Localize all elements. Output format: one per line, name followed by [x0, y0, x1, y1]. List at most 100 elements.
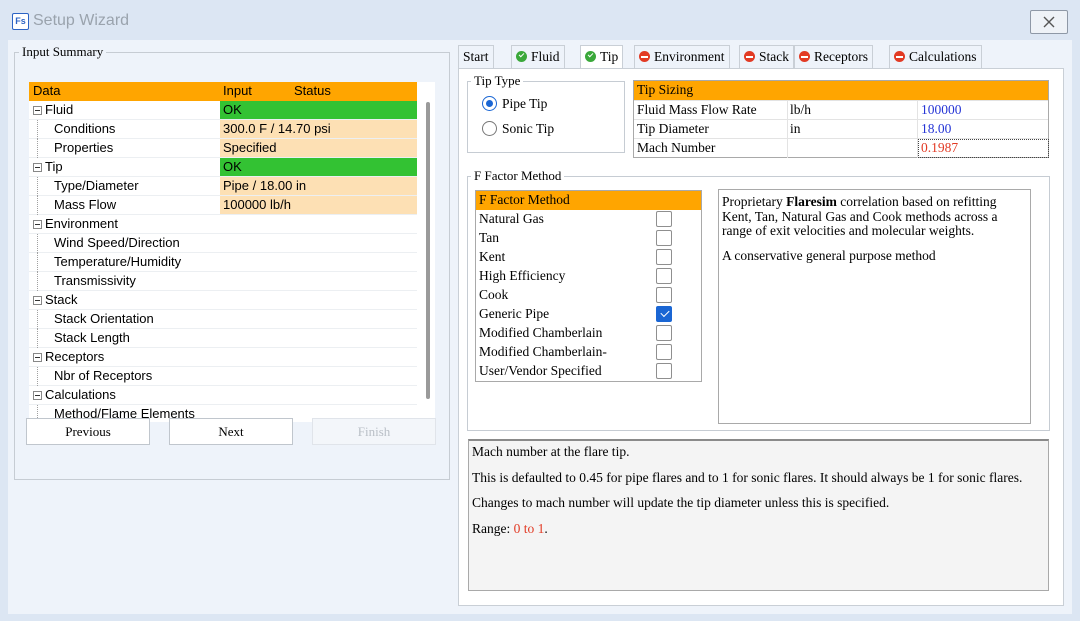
tree-label-text: Mass Flow [54, 197, 117, 212]
input-summary-tree[interactable]: Data Input Status Fluid OK Conditions 300.0… [29, 82, 425, 422]
f-factor-item-high-efficiency[interactable]: High Efficiency [476, 267, 701, 286]
tree-row-properties[interactable]: Properties Specified [29, 139, 425, 158]
close-button[interactable] [1030, 10, 1068, 34]
tree-label: Receptors [33, 348, 104, 366]
tree-input-value: 300.0 F / 14.70 psi [220, 120, 424, 138]
collapse-icon[interactable] [33, 353, 42, 362]
radio-pipe-tip[interactable]: Pipe Tip [482, 95, 547, 113]
sizing-value-input[interactable]: 0.1987 [921, 139, 958, 157]
app-icon: Fs [12, 13, 29, 30]
collapse-icon[interactable] [33, 106, 42, 115]
wizard-body: Input Summary Data Input Status Fluid OK C… [8, 40, 1072, 614]
cell-divider [787, 139, 788, 158]
tip-type-title: Tip Type [471, 73, 524, 89]
collapse-icon[interactable] [33, 391, 42, 400]
tree-label-text: Stack Orientation [54, 311, 154, 326]
f-factor-label: Modified Chamberlain [479, 325, 603, 340]
tree-row-tip[interactable]: Tip OK [29, 158, 425, 177]
sizing-label: Tip Diameter [637, 121, 709, 136]
sizing-value-input[interactable]: 18.00 [921, 120, 951, 138]
help-box: Mach number at the flare tip. This is de… [468, 439, 1049, 591]
checkbox[interactable] [656, 230, 672, 246]
check-circle-icon [516, 51, 527, 62]
tab-start[interactable]: Start [458, 45, 494, 68]
checkbox[interactable] [656, 306, 672, 322]
checkbox[interactable] [656, 325, 672, 341]
tree-row-stack[interactable]: Stack [29, 291, 425, 310]
tree-header: Data Input Status [29, 82, 425, 101]
checkbox[interactable] [656, 211, 672, 227]
collapse-icon[interactable] [33, 163, 42, 172]
tree-row-receptors[interactable]: Receptors [29, 348, 425, 367]
checkbox[interactable] [656, 287, 672, 303]
scroll-thumb[interactable] [426, 102, 430, 399]
tip-sizing-header: Tip Sizing [634, 81, 1048, 100]
checkbox[interactable] [656, 344, 672, 360]
range-value: 0 to 1 [513, 520, 545, 536]
tree-row-type-diameter[interactable]: Type/Diameter Pipe / 18.00 in [29, 177, 425, 196]
tree-label: Wind Speed/Direction [33, 234, 180, 252]
tree-input-value [220, 310, 424, 328]
tab-environment[interactable]: Environment [634, 45, 730, 68]
sizing-row-tip-diameter: Tip Diameter in 18.00 [634, 119, 1048, 139]
tree-row-fluid[interactable]: Fluid OK [29, 101, 425, 120]
close-icon [1043, 16, 1055, 28]
tree-row-calculations[interactable]: Calculations [29, 386, 425, 405]
sizing-value-input[interactable]: 100000 [921, 101, 962, 119]
tab-calculations[interactable]: Calculations [889, 45, 982, 68]
previous-button[interactable]: Previous [26, 418, 150, 445]
tree-row-stack-length[interactable]: Stack Length [29, 329, 425, 348]
checkbox[interactable] [656, 249, 672, 265]
tree-row-transmissivity[interactable]: Transmissivity [29, 272, 425, 291]
radio-button-icon[interactable] [482, 121, 497, 136]
finish-button[interactable]: Finish [312, 418, 436, 445]
input-summary-title: Input Summary [19, 44, 107, 60]
f-factor-item-natural-gas[interactable]: Natural Gas [476, 210, 701, 229]
f-factor-item-user-vendor-specified[interactable]: User/Vendor Specified [476, 362, 701, 381]
tree-input-value [220, 386, 424, 404]
tab-label: Stack [759, 49, 789, 64]
f-factor-item-kent[interactable]: Kent [476, 248, 701, 267]
tree-scrollbar[interactable] [417, 82, 435, 422]
next-button[interactable]: Next [169, 418, 293, 445]
tab-receptors[interactable]: Receptors [794, 45, 873, 68]
tip-type-group: Tip Type Pipe Tip Sonic Tip [467, 73, 625, 153]
tree-row-conditions[interactable]: Conditions 300.0 F / 14.70 psi [29, 120, 425, 139]
tree-row-environment[interactable]: Environment [29, 215, 425, 234]
help-line-1: Mach number at the flare tip. [472, 444, 630, 459]
checkbox[interactable] [656, 363, 672, 379]
radio-button-icon[interactable] [482, 96, 497, 111]
f-factor-list-header: F Factor Method [476, 191, 701, 210]
tree-label-text: Wind Speed/Direction [54, 235, 180, 250]
help-range: Range: 0 to 1. [472, 520, 1045, 537]
tree-label: Fluid [33, 101, 73, 119]
tab-tip[interactable]: Tip [580, 45, 624, 69]
error-circle-icon [639, 51, 650, 62]
tree-label-text: Stack [45, 292, 78, 307]
tab-fluid[interactable]: Fluid [511, 45, 565, 68]
f-factor-item-modified-chamberlain-[interactable]: Modified Chamberlain- [476, 343, 701, 362]
checkbox[interactable] [656, 268, 672, 284]
desc-second: A conservative general purpose method [722, 247, 936, 263]
tree-input-value [220, 253, 424, 271]
f-factor-item-modified-chamberlain[interactable]: Modified Chamberlain [476, 324, 701, 343]
f-factor-item-generic-pipe[interactable]: Generic Pipe [476, 305, 701, 324]
tree-input-value [220, 215, 424, 233]
tree-row-stack-orientation[interactable]: Stack Orientation [29, 310, 425, 329]
tree-input-value: OK [220, 101, 424, 119]
tree-row-wind-speed-direction[interactable]: Wind Speed/Direction [29, 234, 425, 253]
f-factor-description: Proprietary Flaresim correlation based o… [718, 189, 1031, 424]
f-factor-item-tan[interactable]: Tan [476, 229, 701, 248]
tab-stack[interactable]: Stack [739, 45, 794, 68]
radio-sonic-tip[interactable]: Sonic Tip [482, 120, 554, 138]
collapse-icon[interactable] [33, 296, 42, 305]
tree-row-nbr-of-receptors[interactable]: Nbr of Receptors [29, 367, 425, 386]
tree-label-text: Receptors [45, 349, 105, 364]
f-factor-item-cook[interactable]: Cook [476, 286, 701, 305]
tree-row-mass-flow[interactable]: Mass Flow 100000 lb/h [29, 196, 425, 215]
sizing-unit: in [790, 121, 801, 136]
range-label: Range: [472, 520, 514, 536]
tree-row-temperature-humidity[interactable]: Temperature/Humidity [29, 253, 425, 272]
collapse-icon[interactable] [33, 220, 42, 229]
tab-label: Receptors [814, 49, 868, 64]
